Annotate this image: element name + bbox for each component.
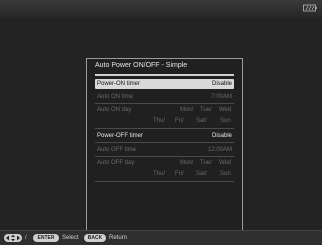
auto-off-day-row: Auto OFF day Mon/ Tue/ Wed (95, 159, 234, 168)
row-divider (95, 156, 234, 157)
return-hint: Return (109, 235, 128, 241)
day-tue: Tue/ (200, 107, 212, 113)
dpad-icon (4, 234, 22, 242)
power-on-timer-row[interactable]: Power-ON timer Disable (95, 79, 234, 89)
photo-frame-screen: Auto Power ON/OFF - Simple Power-ON time… (0, 0, 322, 245)
day-fri: Fri/ (175, 118, 184, 124)
day-sat: Sat/ (196, 171, 207, 177)
dialog-title: Auto Power ON/OFF - Simple (95, 62, 188, 69)
title-underline (95, 74, 234, 76)
select-hint: Select (62, 235, 79, 241)
row-divider (95, 128, 234, 129)
auto-off-time-label: Auto OFF time (97, 147, 137, 153)
main-area: Auto Power ON/OFF - Simple Power-ON time… (0, 18, 322, 235)
power-off-timer-label: Power-OFF timer (97, 133, 144, 139)
day-mon: Mon/ (180, 160, 194, 166)
power-on-timer-label: Power-ON timer (97, 81, 141, 87)
row-divider (95, 181, 234, 182)
day-thu: Thu/ (153, 171, 166, 177)
auto-off-time-value: 12:00AM (207, 147, 232, 153)
day-tue: Tue/ (200, 160, 212, 166)
power-off-timer-row[interactable]: Power-OFF timer Disable (95, 131, 234, 141)
row-divider (95, 142, 234, 143)
day-sun: Sun (220, 118, 231, 124)
auto-on-day-row: Auto ON day Mon/ Tue/ Wed (95, 106, 234, 115)
button-guide-bar: / ENTER Select BACK Return (0, 230, 322, 245)
auto-off-day-row-2: Thu/ Fri/ Sat/ Sun (95, 170, 234, 179)
nav-separator: / (25, 235, 27, 241)
day-wed: Wed (219, 160, 232, 166)
top-status-bar (0, 0, 322, 18)
day-sun: Sun (220, 171, 231, 177)
auto-on-day-label: Auto ON day (97, 107, 132, 113)
enter-key-badge: ENTER (33, 234, 59, 242)
auto-on-time-row: Auto ON time 7:00AM (95, 92, 234, 102)
battery-icon (303, 4, 317, 12)
day-sat: Sat/ (196, 118, 207, 124)
auto-on-time-label: Auto ON time (97, 94, 134, 100)
back-key-badge: BACK (84, 234, 106, 242)
auto-on-time-value: 7:00AM (211, 94, 232, 100)
auto-off-day-label: Auto OFF day (97, 160, 135, 166)
day-fri: Fri/ (175, 171, 184, 177)
day-mon: Mon/ (180, 107, 194, 113)
auto-off-time-row: Auto OFF time 12:00AM (95, 145, 234, 155)
auto-power-dialog: Auto Power ON/OFF - Simple Power-ON time… (86, 58, 243, 235)
power-on-timer-value: Disable (211, 81, 232, 87)
day-wed: Wed (219, 107, 232, 113)
row-divider (95, 103, 234, 104)
auto-on-day-row-2: Thu/ Fri/ Sat/ Sun (95, 117, 234, 126)
day-thu: Thu/ (153, 118, 166, 124)
power-off-timer-value: Disable (211, 133, 232, 139)
